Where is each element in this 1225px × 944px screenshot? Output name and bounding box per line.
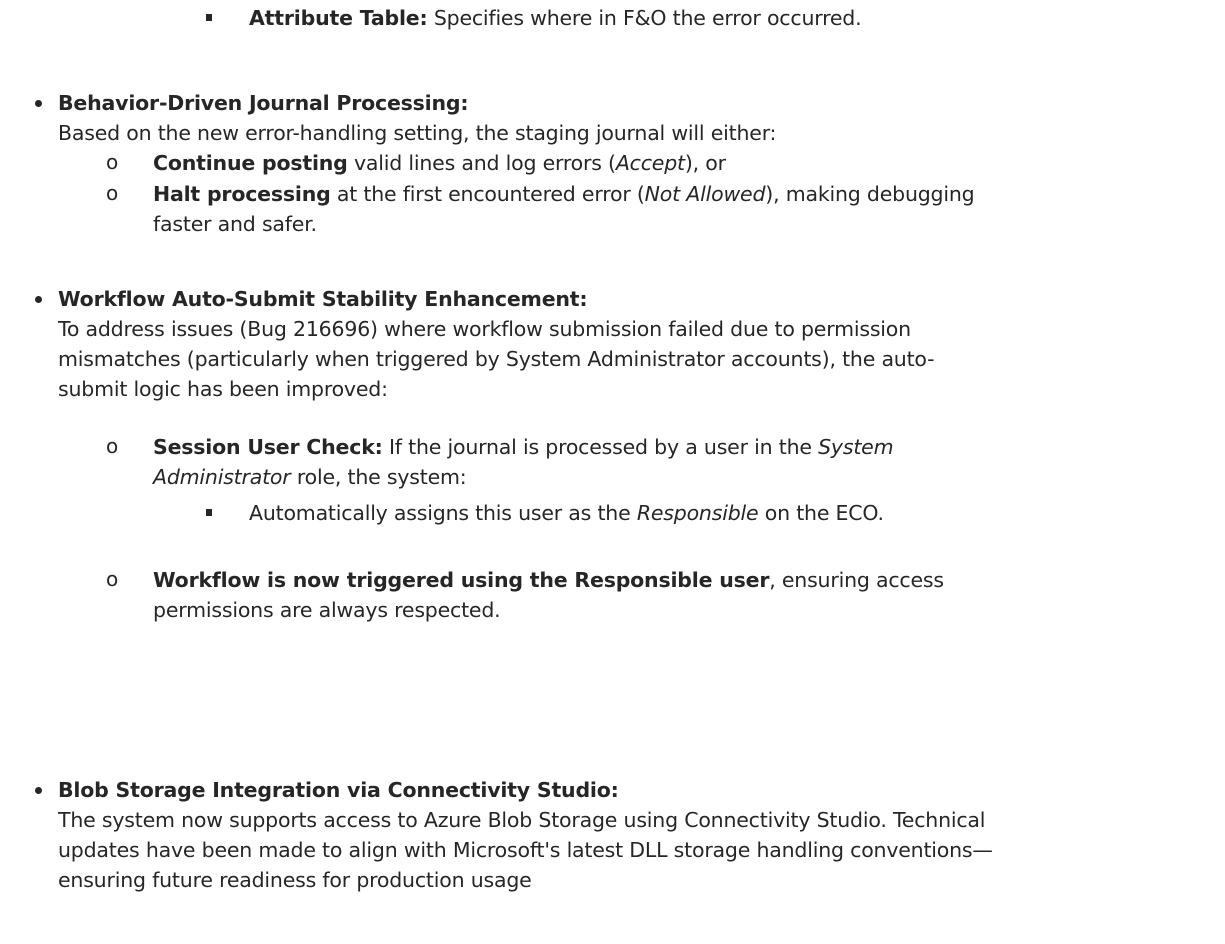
assign-responsible-text: Automatically assigns this user as the [249,501,637,525]
bullet-dot-icon [35,296,42,303]
workflow-paragraph-line: mismatches (particularly when triggered … [58,347,935,371]
workflow-paragraph-line: submit logic has been improved: [58,377,388,401]
not-allowed-term: Not Allowed [644,182,766,206]
accept-term: Accept [615,151,685,175]
session-user-check-label: Session User Check: [153,435,383,459]
attribute-table-label: Attribute Table: [249,6,428,30]
continue-posting-item: Continue posting valid lines and log err… [153,149,726,177]
continue-posting-text-end: ), or [684,151,726,175]
assign-responsible-text-end: on the ECO. [758,501,884,525]
square-bullet-icon [206,14,212,21]
workflow-triggered-continuation: permissions are always respected. [153,598,501,622]
hollow-circle-bullet-icon: o [106,150,119,174]
attribute-table-item: Attribute Table: Specifies where in F&O … [249,4,862,32]
continue-posting-text: valid lines and log errors ( [347,151,616,175]
hollow-circle-bullet-icon: o [106,181,119,205]
square-bullet-icon [206,509,212,516]
halt-processing-text: at the first encountered error ( [330,182,645,206]
session-user-check-text-end: role, the system: [290,465,467,489]
halt-processing-label: Halt processing [153,182,331,206]
bullet-dot-icon [35,787,42,794]
bullet-dot-icon [35,100,42,107]
blob-paragraph-line: ensuring future readiness for production… [58,868,532,892]
workflow-triggered-label: Workflow is now triggered using the Resp… [153,568,770,592]
workflow-triggered-item: Workflow is now triggered using the Resp… [153,566,944,594]
assign-responsible-item: Automatically assigns this user as the R… [249,499,884,527]
hollow-circle-bullet-icon: o [106,434,119,458]
workflow-paragraph-line: To address issues (Bug 216696) where wor… [58,317,911,341]
blob-heading: Blob Storage Integration via Connectivit… [58,778,619,802]
behavior-heading: Behavior-Driven Journal Processing: [58,91,469,115]
administrator-term: Administrator [153,465,291,489]
session-user-check-text: If the journal is processed by a user in… [382,435,819,459]
halt-processing-text-end: ), making debugging [765,182,975,206]
session-user-check-item: Session User Check: If the journal is pr… [153,433,894,461]
halt-processing-continuation: faster and safer. [153,212,317,236]
blob-paragraph-line: updates have been made to align with Mic… [58,838,993,862]
continue-posting-label: Continue posting [153,151,348,175]
system-term: System [818,435,894,459]
hollow-circle-bullet-icon: o [106,567,119,591]
responsible-term: Responsible [636,501,759,525]
halt-processing-item: Halt processing at the first encountered… [153,180,975,208]
behavior-intro: Based on the new error-handling setting,… [58,121,777,145]
attribute-table-text: Specifies where in F&O the error occurre… [427,6,862,30]
workflow-heading: Workflow Auto-Submit Stability Enhanceme… [58,287,588,311]
session-user-check-continuation: Administrator role, the system: [153,463,467,491]
blob-paragraph-line: The system now supports access to Azure … [58,808,986,832]
workflow-triggered-text: , ensuring access [769,568,944,592]
